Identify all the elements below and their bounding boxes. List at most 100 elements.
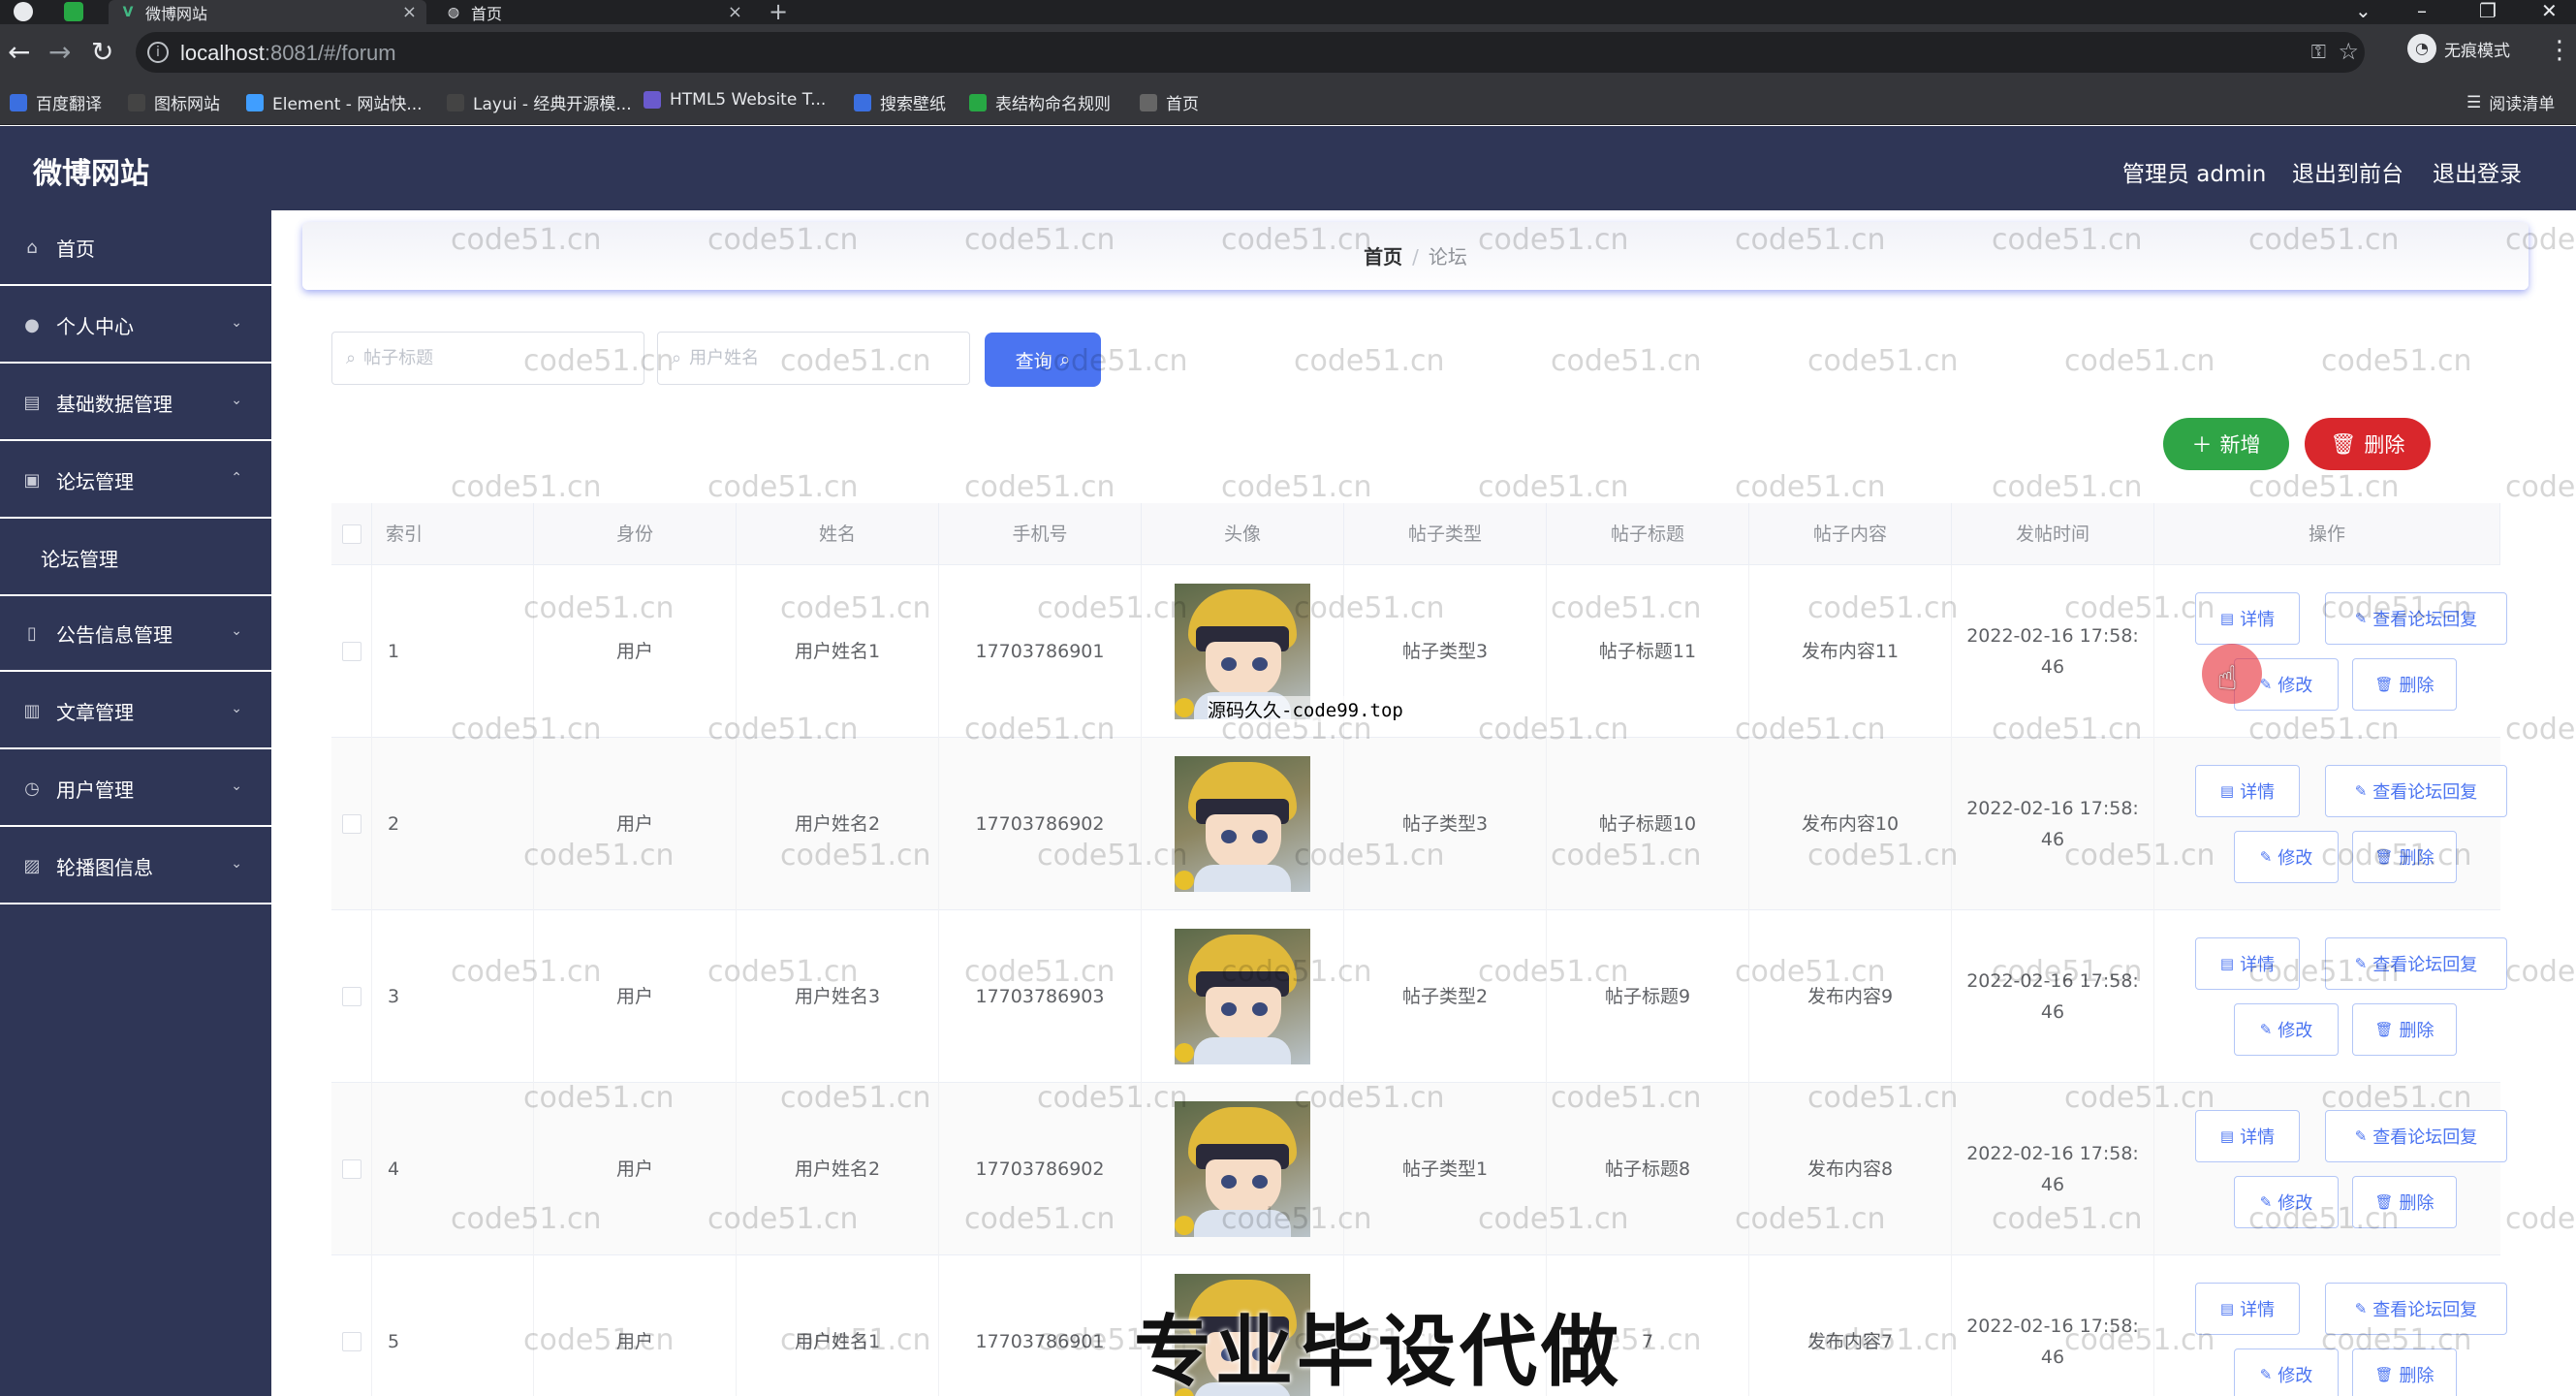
close-icon[interactable]: × (728, 2, 742, 22)
detail-button[interactable]: ▤ 详情 (2195, 1283, 2300, 1335)
view-replies-button[interactable]: ✎ 查看论坛回复 (2325, 592, 2507, 645)
user-name-input[interactable] (689, 348, 932, 368)
delete-button[interactable]: 🗑 删除 (2352, 831, 2457, 883)
edit-button[interactable]: ✎ 修改 (2234, 831, 2339, 883)
bookmark-item[interactable]: 首页 (1140, 90, 1199, 114)
view-replies-button[interactable]: ✎ 查看论坛回复 (2325, 937, 2507, 990)
button-label: 删除 (2399, 1366, 2435, 1386)
new-tab-icon[interactable]: + (769, 0, 788, 24)
sidebar-item[interactable]: ● 个人中心 ⌄ (0, 288, 271, 364)
select-all-checkbox[interactable] (341, 524, 361, 544)
tab-home[interactable]: ◍ 首页 × (434, 0, 752, 24)
sidebar-subitem-forum[interactable]: 论坛管理 (0, 521, 271, 596)
bookmark-item[interactable]: 百度翻译 (10, 90, 102, 114)
sidebar-item[interactable]: ▤ 基础数据管理 ⌄ (0, 365, 271, 441)
reload-icon[interactable]: ↻ (91, 34, 113, 71)
avatar-image (1175, 929, 1310, 1064)
html5-icon (644, 91, 661, 109)
cell-text: 5 (388, 1331, 400, 1352)
view-replies-button[interactable]: ✎ 查看论坛回复 (2325, 1283, 2507, 1335)
url-field[interactable]: i localhost:8081/#/forum ⚿ ☆ (136, 32, 2365, 73)
bookmark-item[interactable]: HTML5 Website T... (644, 90, 826, 110)
users-icon: ◷ (24, 777, 40, 799)
cell-text: 7 (1641, 1331, 1654, 1352)
more-menu-icon[interactable]: ⋮ (2547, 36, 2572, 65)
cell-text: 17703786901 (975, 1331, 1105, 1352)
info-icon[interactable]: i (147, 42, 169, 63)
delete-button[interactable]: 🗑 删除 (2352, 658, 2457, 711)
edit-button[interactable]: ✎ 修改 (2234, 1176, 2339, 1228)
sidebar-item[interactable]: ▨ 轮播图信息 ⌄ (0, 829, 271, 904)
sidebar-item[interactable]: ⌂ 首页 (0, 210, 271, 286)
row-checkbox[interactable] (341, 1332, 361, 1351)
breadcrumb-home[interactable]: 首页 (1364, 245, 1402, 269)
bookmark-item[interactable]: Element - 网站快... (246, 90, 423, 114)
view-replies-button[interactable]: ✎ 查看论坛回复 (2325, 765, 2507, 817)
tab-weibo[interactable]: V 微博网站 × (109, 0, 426, 24)
minimize-icon[interactable]: – (2417, 0, 2427, 21)
reading-list[interactable]: ☰ 阅读清单 (2466, 90, 2555, 115)
star-icon[interactable]: ☆ (2338, 38, 2359, 65)
bookmark-item[interactable]: 表结构命名规则 (969, 90, 1111, 114)
row-checkbox[interactable] (341, 1159, 361, 1179)
row-checkbox[interactable] (341, 642, 361, 661)
restore-icon[interactable]: ❐ (2479, 0, 2497, 21)
bookmark-item[interactable]: 图标网站 (128, 90, 220, 114)
tab-search-icon[interactable] (64, 2, 83, 21)
column-header: 帖子标题 (1547, 503, 1749, 565)
browser-menu-icon[interactable] (14, 2, 33, 21)
incognito-label: 无痕模式 (2444, 41, 2510, 61)
button-label: 查看论坛回复 (2372, 955, 2478, 975)
bookmark-item[interactable]: 搜索壁纸 (854, 90, 946, 114)
post-title-input[interactable] (363, 348, 607, 368)
cell-text: 用户姓名1 (794, 641, 881, 662)
avatar-eye2 (1252, 1002, 1268, 1016)
bookmark-item[interactable]: Layui - 经典开源模... (447, 90, 632, 114)
sidebar-item[interactable]: ◷ 用户管理 ⌄ (0, 751, 271, 827)
column-header: 身份 (534, 503, 737, 565)
sidebar-item[interactable]: ▯ 公告信息管理 ⌄ (0, 596, 271, 672)
table-row: 4 用户 用户姓名2 17703786902 帖子类型1 帖子标题8 发布内容8 2022-0… (331, 1083, 2507, 1255)
cell-text: 2022-02-16 17:58: 46 (1966, 1316, 2139, 1368)
detail-button[interactable]: ▤ 详情 (2195, 765, 2300, 817)
tab-list-icon[interactable]: ⌄ (2355, 0, 2372, 21)
sidebar-item-label: 基础数据管理 (56, 392, 173, 416)
edit-button[interactable]: ✎ 修改 (2234, 1003, 2339, 1056)
row-checkbox[interactable] (341, 814, 361, 834)
forward-icon[interactable]: → (48, 34, 71, 71)
query-button[interactable]: 查询 ⌕ (985, 333, 1101, 387)
cell-text: 用户姓名3 (794, 986, 881, 1007)
logout-link[interactable]: 退出登录 (2433, 155, 2522, 188)
row-checkbox[interactable] (341, 987, 361, 1006)
delete-label: 删除 (2364, 433, 2405, 457)
edit-button[interactable]: ✎ 修改 (2234, 1348, 2339, 1396)
button-label: 详情 (2240, 782, 2276, 803)
post-title-search[interactable]: ⌕ (331, 332, 644, 385)
batch-delete-button[interactable]: 🗑 删除 (2305, 418, 2431, 470)
close-icon[interactable]: × (402, 2, 417, 22)
delete-button[interactable]: 🗑 删除 (2352, 1176, 2457, 1228)
cell-avatar (1142, 910, 1344, 1083)
sidebar-item[interactable]: ▥ 文章管理 ⌄ (0, 674, 271, 749)
delete-button[interactable]: 🗑 删除 (2352, 1003, 2457, 1056)
column-header: 帖子内容 (1749, 503, 1952, 565)
detail-button[interactable]: ▤ 详情 (2195, 592, 2300, 645)
user-name-search[interactable]: ⌕ (657, 332, 970, 385)
incognito-indicator[interactable]: ◔ 无痕模式 (2407, 34, 2510, 63)
cell-text: 4 (388, 1158, 400, 1180)
detail-button[interactable]: ▤ 详情 (2195, 937, 2300, 990)
back-to-front-link[interactable]: 退出到前台 (2292, 155, 2403, 188)
add-button[interactable]: ＋ 新增 (2163, 418, 2289, 470)
delete-button[interactable]: 🗑 删除 (2352, 1348, 2457, 1396)
cell-text: 帖子标题11 (1598, 641, 1697, 662)
button-label: 修改 (2278, 1193, 2313, 1214)
window-close-icon[interactable]: ✕ (2541, 0, 2558, 21)
detail-button[interactable]: ▤ 详情 (2195, 1110, 2300, 1162)
data-icon: ▤ (23, 392, 41, 413)
avatar-face (1206, 814, 1281, 871)
key-icon[interactable]: ⚿ (2311, 40, 2326, 63)
back-icon[interactable]: ← (8, 34, 30, 71)
cell-index: 5 (372, 1255, 534, 1396)
sidebar-item[interactable]: ▣ 论坛管理 ⌃ (0, 443, 271, 519)
view-replies-button[interactable]: ✎ 查看论坛回复 (2325, 1110, 2507, 1162)
